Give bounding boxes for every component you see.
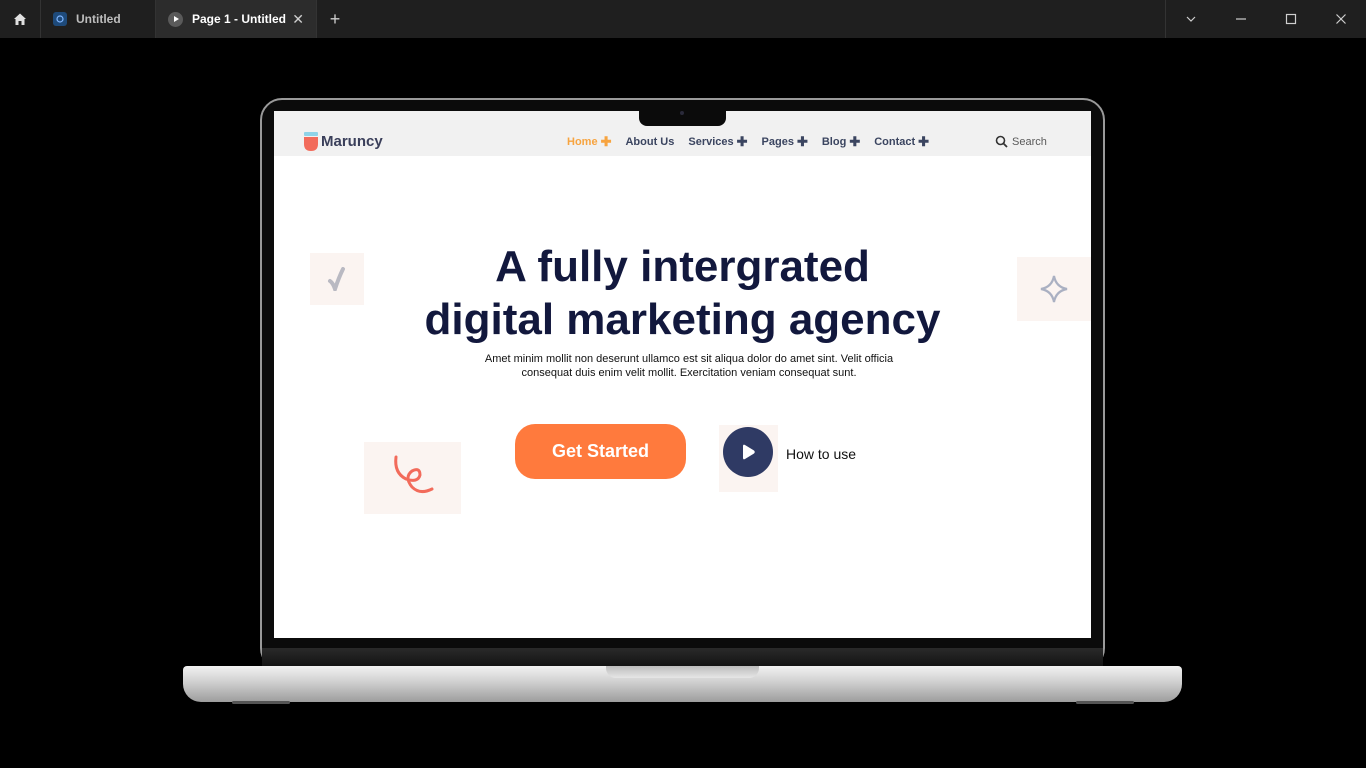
menu-item-pages[interactable]: Pages ✚ [762, 134, 808, 150]
laptop-base-notch [606, 666, 759, 678]
minimize-icon [1236, 18, 1246, 20]
title-bar: Untitled Page 1 - Untitled ✕ + [0, 0, 1366, 38]
hero-subtitle: Amet minim mollit non deserunt ullamco e… [484, 353, 894, 379]
menu-item-about[interactable]: About Us [625, 134, 674, 150]
menu-item-contact[interactable]: Contact ✚ [874, 134, 929, 150]
camera-icon [680, 111, 684, 115]
tab-untitled[interactable]: Untitled [41, 0, 156, 38]
home-button[interactable] [0, 0, 41, 38]
laptop-foot [232, 701, 290, 704]
window-controls [1165, 0, 1366, 38]
how-to-use-link[interactable]: How to use [786, 446, 856, 462]
search-label: Search [1012, 135, 1047, 148]
play-icon [743, 444, 755, 460]
menu-item-services[interactable]: Services ✚ [688, 134, 747, 150]
tab-label: Untitled [76, 12, 121, 26]
logo-icon [304, 132, 318, 151]
menu-label: About Us [625, 136, 675, 148]
plus-icon: ✚ [849, 134, 861, 149]
tab-page-1[interactable]: Page 1 - Untitled ✕ [156, 0, 317, 38]
new-tab-button[interactable]: + [317, 0, 353, 38]
menu-label: Home [567, 136, 598, 148]
laptop-screen: Maruncy Home ✚ About Us Services ✚ Pages ✚ … [274, 111, 1091, 638]
play-video-button[interactable] [723, 427, 773, 477]
chevron-down-icon [1186, 16, 1196, 22]
site-menu: Home ✚ About Us Services ✚ Pages ✚ Blog ✚ Co… [567, 134, 943, 150]
dropdown-button[interactable] [1166, 0, 1216, 38]
hero-title-line: digital marketing agency [424, 295, 941, 344]
squiggle-decoration [364, 442, 461, 514]
maximize-button[interactable] [1266, 0, 1316, 38]
plus-icon: + [329, 8, 341, 29]
laptop-foot [1076, 701, 1134, 704]
menu-item-home[interactable]: Home ✚ [567, 134, 611, 150]
maximize-icon [1285, 13, 1297, 25]
menu-label: Services [688, 136, 734, 148]
squiggle-icon [393, 455, 433, 494]
plus-icon: ✚ [736, 134, 748, 149]
menu-label: Pages [761, 136, 794, 148]
minimize-button[interactable] [1216, 0, 1266, 38]
brand-name: Maruncy [321, 133, 383, 150]
play-prototype-icon [168, 11, 183, 27]
site-search[interactable]: Search [995, 135, 1047, 148]
hero-title: A fully intergrated digital marketing ag… [274, 240, 1091, 346]
close-tab-icon[interactable]: ✕ [292, 11, 304, 28]
close-icon [1336, 14, 1346, 24]
plus-icon: ✚ [796, 134, 808, 149]
home-icon [14, 13, 26, 25]
laptop-chin [262, 648, 1103, 668]
menu-label: Contact [874, 136, 916, 148]
get-started-button[interactable]: Get Started [515, 424, 686, 479]
tab-label: Page 1 - Untitled [192, 12, 287, 26]
close-window-button[interactable] [1316, 0, 1366, 38]
plus-icon: ✚ [918, 134, 930, 149]
menu-label: Blog [821, 136, 847, 148]
figma-file-icon [53, 12, 67, 26]
search-icon [995, 135, 1008, 148]
menu-item-blog[interactable]: Blog ✚ [822, 134, 860, 150]
hero-title-line: A fully intergrated [495, 242, 870, 291]
plus-icon: ✚ [600, 134, 612, 149]
site-logo[interactable]: Maruncy [304, 132, 383, 151]
